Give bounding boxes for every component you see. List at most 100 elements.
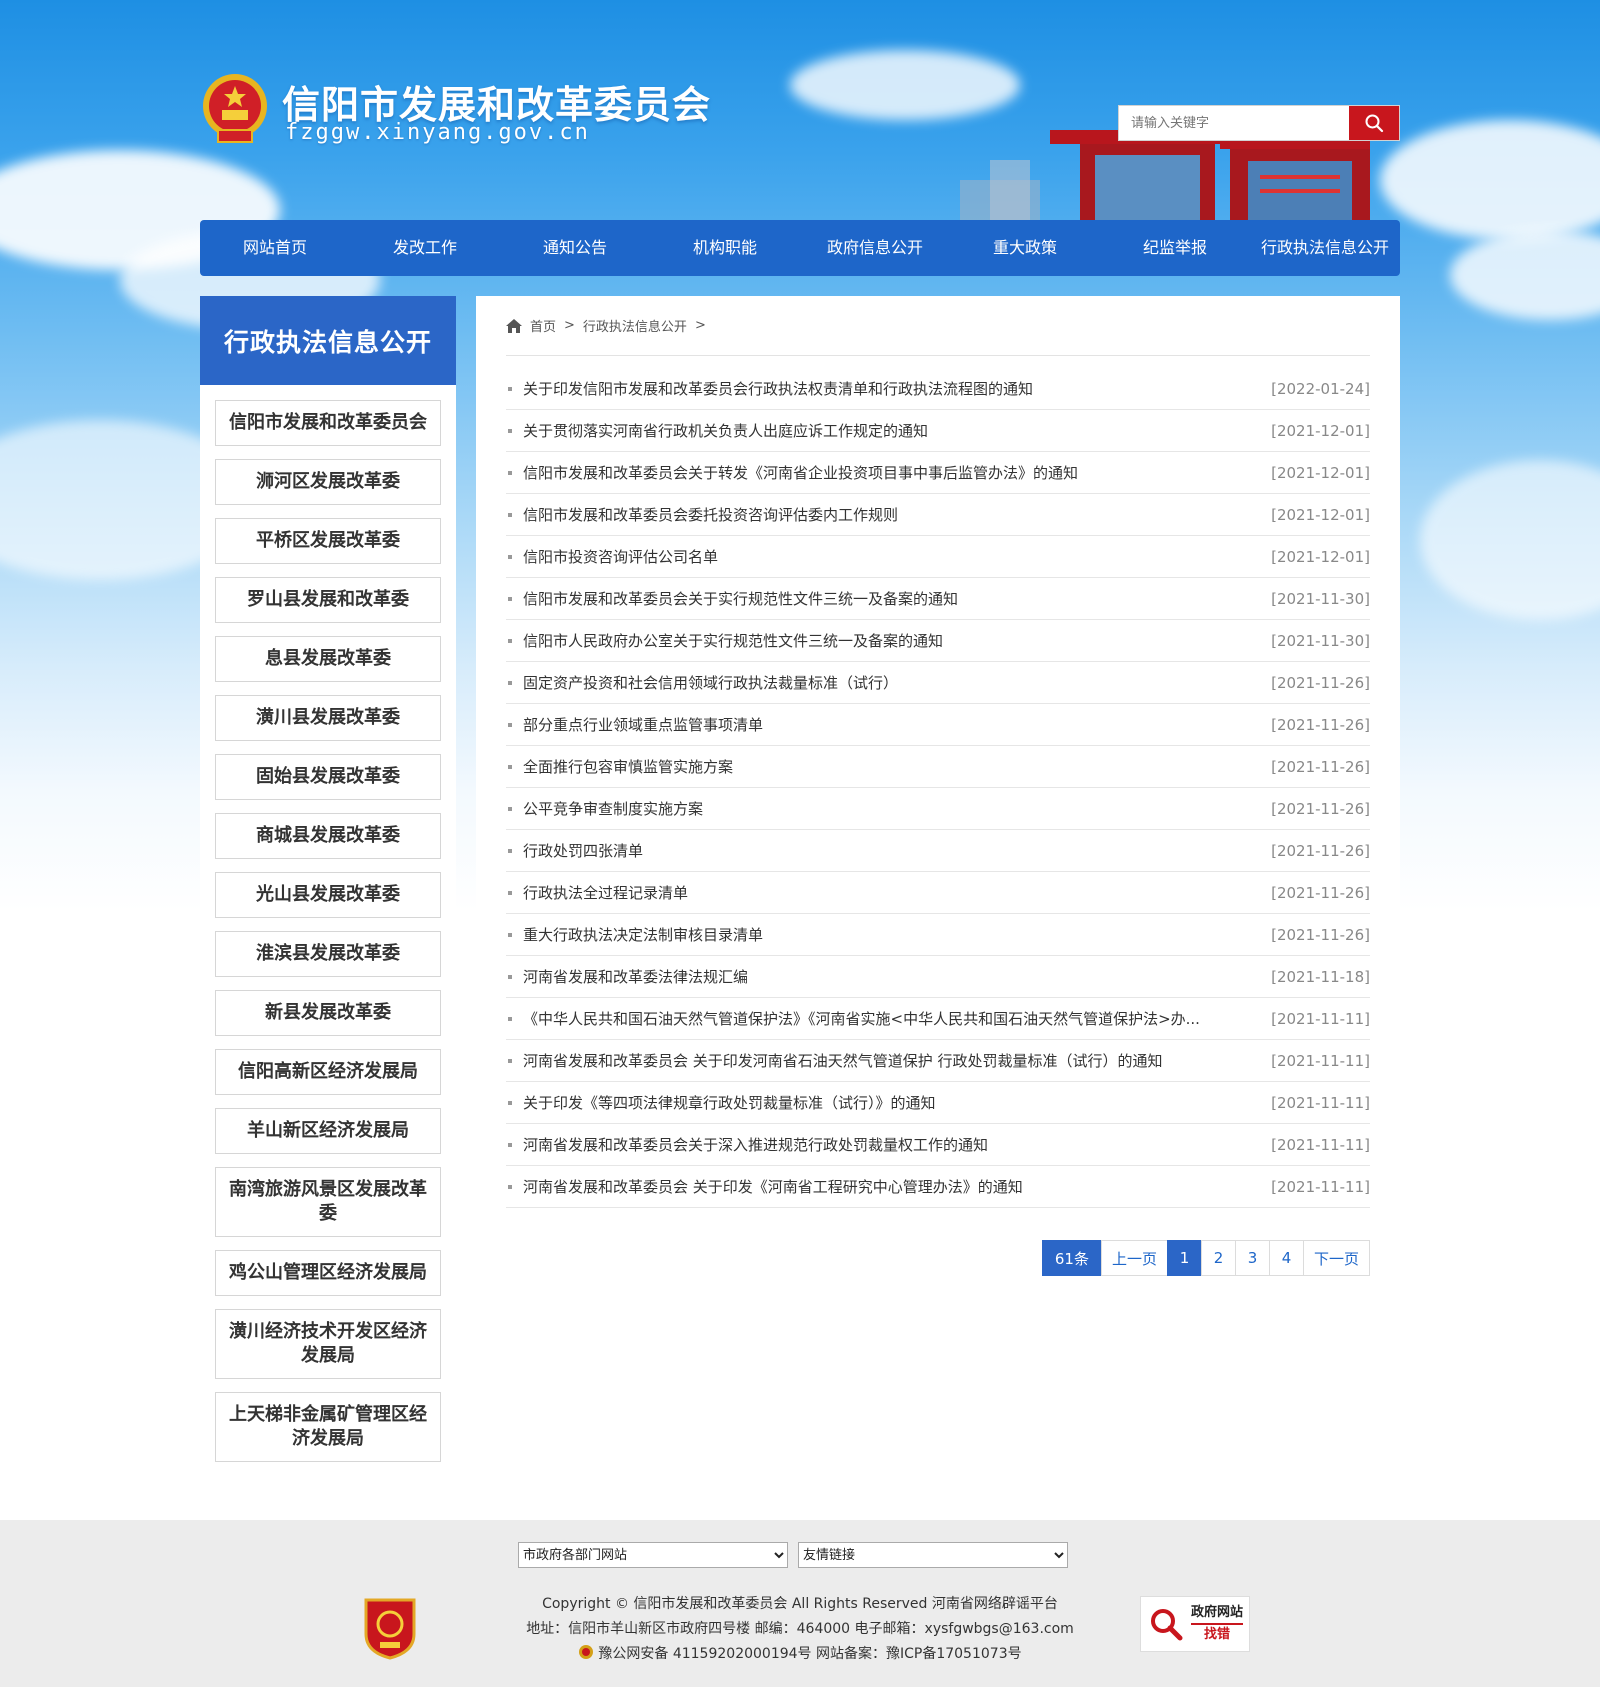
bullet-icon xyxy=(508,1184,512,1189)
sidebar-item[interactable]: 羊山新区经济发展局 xyxy=(215,1108,441,1154)
sidebar-item[interactable]: 潢川县发展改革委 xyxy=(215,695,441,741)
list-item[interactable]: 河南省发展和改革委员会关于深入推进规范行政处罚裁量权工作的通知 [2021-11-… xyxy=(506,1124,1370,1166)
bullet-icon xyxy=(508,932,512,937)
pagination-page-4[interactable]: 4 xyxy=(1268,1240,1304,1276)
article-title[interactable]: 公平竞争审查制度实施方案 xyxy=(523,798,1271,819)
article-title[interactable]: 信阳市发展和改革委员会关于实行规范性文件三统一及备案的通知 xyxy=(523,588,1271,609)
sidebar-item[interactable]: 信阳市发展和改革委员会 xyxy=(215,400,441,446)
sidebar: 行政执法信息公开 信阳市发展和改革委员会 浉河区发展改革委 平桥区发展改革委 罗… xyxy=(200,296,456,1501)
pagination-page-1[interactable]: 1 xyxy=(1166,1240,1202,1276)
sidebar-item[interactable]: 信阳高新区经济发展局 xyxy=(215,1049,441,1095)
list-item[interactable]: 河南省发展和改革委员会 关于印发河南省石油天然气管道保护 行政处罚裁量标准（试行… xyxy=(506,1040,1370,1082)
nav-item-gov-info[interactable]: 政府信息公开 xyxy=(800,220,950,276)
article-title[interactable]: 信阳市发展和改革委员会关于转发《河南省企业投资项目事中事后监管办法》的通知 xyxy=(523,462,1271,483)
list-item[interactable]: 关于印发《等四项法律规章行政处罚裁量标准（试行）》的通知 [2021-11-11] xyxy=(506,1082,1370,1124)
pagination-prev-button[interactable]: 上一页 xyxy=(1100,1240,1168,1276)
article-date: [2021-11-26] xyxy=(1271,799,1370,818)
list-item[interactable]: 关于贯彻落实河南省行政机关负责人出庭应诉工作规定的通知 [2021-12-01] xyxy=(506,410,1370,452)
article-title[interactable]: 关于印发《等四项法律规章行政处罚裁量标准（试行）》的通知 xyxy=(523,1092,1271,1113)
sidebar-item[interactable]: 新县发展改革委 xyxy=(215,990,441,1036)
list-item[interactable]: 行政执法全过程记录清单 [2021-11-26] xyxy=(506,872,1370,914)
article-title[interactable]: 《中华人民共和国石油天然气管道保护法》《河南省实施<中华人民共和国石油天然气管道… xyxy=(523,1008,1271,1029)
nav-item-functions[interactable]: 机构职能 xyxy=(650,220,800,276)
list-item[interactable]: 关于印发信阳市发展和改革委员会行政执法权责清单和行政执法流程图的通知 [2022-… xyxy=(506,368,1370,410)
pagination-next-button[interactable]: 下一页 xyxy=(1302,1240,1370,1276)
article-title[interactable]: 河南省发展和改革委员会 关于印发《河南省工程研究中心管理办法》的通知 xyxy=(523,1176,1271,1197)
list-item[interactable]: 《中华人民共和国石油天然气管道保护法》《河南省实施<中华人民共和国石油天然气管道… xyxy=(506,998,1370,1040)
article-date: [2021-11-26] xyxy=(1271,715,1370,734)
list-item[interactable]: 信阳市发展和改革委员会关于转发《河南省企业投资项目事中事后监管办法》的通知 [20… xyxy=(506,452,1370,494)
nav-item-home[interactable]: 网站首页 xyxy=(200,220,350,276)
article-title[interactable]: 固定资产投资和社会信用领域行政执法裁量标准（试行） xyxy=(523,672,1271,693)
article-date: [2021-11-11] xyxy=(1271,1177,1370,1196)
breadcrumb-home[interactable]: 首页 xyxy=(530,316,556,335)
article-date: [2021-11-26] xyxy=(1271,925,1370,944)
article-date: [2021-12-01] xyxy=(1271,463,1370,482)
sidebar-title: 行政执法信息公开 xyxy=(200,296,456,385)
list-item[interactable]: 固定资产投资和社会信用领域行政执法裁量标准（试行） [2021-11-26] xyxy=(506,662,1370,704)
pagination-page-3[interactable]: 3 xyxy=(1234,1240,1270,1276)
footer-icp[interactable]: 豫公网安备 41159202000194号 网站备案：豫ICP备17051073… xyxy=(598,1646,1021,1662)
article-title[interactable]: 关于印发信阳市发展和改革委员会行政执法权责清单和行政执法流程图的通知 xyxy=(523,378,1271,399)
bullet-icon xyxy=(508,638,512,643)
list-item[interactable]: 信阳市发展和改革委员会关于实行规范性文件三统一及备案的通知 [2021-11-30… xyxy=(506,578,1370,620)
list-item[interactable]: 信阳市投资咨询评估公司名单 [2021-12-01] xyxy=(506,536,1370,578)
nav-item-work[interactable]: 发改工作 xyxy=(350,220,500,276)
bullet-icon xyxy=(508,890,512,895)
article-date: [2021-11-11] xyxy=(1271,1135,1370,1154)
list-item[interactable]: 公平竞争审查制度实施方案 [2021-11-26] xyxy=(506,788,1370,830)
article-title[interactable]: 部分重点行业领域重点监管事项清单 xyxy=(523,714,1271,735)
sidebar-item[interactable]: 固始县发展改革委 xyxy=(215,754,441,800)
magnifier-icon xyxy=(1151,1609,1183,1641)
sidebar-item[interactable]: 上天梯非金属矿管理区经济发展局 xyxy=(215,1392,441,1462)
sidebar-item[interactable]: 罗山县发展和改革委 xyxy=(215,577,441,623)
list-item[interactable]: 信阳市人民政府办公室关于实行规范性文件三统一及备案的通知 [2021-11-30] xyxy=(506,620,1370,662)
article-title[interactable]: 全面推行包容审慎监管实施方案 xyxy=(523,756,1271,777)
bullet-icon xyxy=(508,680,512,685)
footer-copyright: Copyright © 信阳市发展和改革委员会 All Rights Reser… xyxy=(542,1596,1058,1612)
list-item[interactable]: 信阳市发展和改革委员会委托投资咨询评估委内工作规则 [2021-12-01] xyxy=(506,494,1370,536)
breadcrumb-current[interactable]: 行政执法信息公开 xyxy=(583,316,687,335)
article-title[interactable]: 河南省发展和改革委员会关于深入推进规范行政处罚裁量权工作的通知 xyxy=(523,1134,1271,1155)
sidebar-item[interactable]: 潢川经济技术开发区经济发展局 xyxy=(215,1309,441,1379)
list-item[interactable]: 河南省发展和改革委员会 关于印发《河南省工程研究中心管理办法》的通知 [2021-… xyxy=(506,1166,1370,1208)
bullet-icon xyxy=(508,1142,512,1147)
article-title[interactable]: 河南省发展和改革委员会 关于印发河南省石油天然气管道保护 行政处罚裁量标准（试行… xyxy=(523,1050,1271,1071)
sidebar-item[interactable]: 南湾旅游风景区发展改革委 xyxy=(215,1167,441,1237)
list-item[interactable]: 部分重点行业领域重点监管事项清单 [2021-11-26] xyxy=(506,704,1370,746)
pagination-page-2[interactable]: 2 xyxy=(1200,1240,1236,1276)
article-title[interactable]: 行政执法全过程记录清单 xyxy=(523,882,1271,903)
article-title[interactable]: 重大行政执法决定法制审核目录清单 xyxy=(523,924,1271,945)
sidebar-item[interactable]: 平桥区发展改革委 xyxy=(215,518,441,564)
sidebar-item[interactable]: 淮滨县发展改革委 xyxy=(215,931,441,977)
footer-selects: 市政府各部门网站 友情链接 xyxy=(518,1542,1068,1568)
nav-item-report[interactable]: 纪监举报 xyxy=(1100,220,1250,276)
article-title[interactable]: 河南省发展和改革委法律法规汇编 xyxy=(523,966,1271,987)
list-item[interactable]: 重大行政执法决定法制审核目录清单 [2021-11-26] xyxy=(506,914,1370,956)
sidebar-item[interactable]: 浉河区发展改革委 xyxy=(215,459,441,505)
nav-item-notices[interactable]: 通知公告 xyxy=(500,220,650,276)
home-icon xyxy=(506,318,522,333)
list-item[interactable]: 全面推行包容审慎监管实施方案 [2021-11-26] xyxy=(506,746,1370,788)
article-title[interactable]: 信阳市发展和改革委员会委托投资咨询评估委内工作规则 xyxy=(523,504,1271,525)
footer-address: 地址：信阳市羊山新区市政府四号楼 邮编：464000 电子邮箱：xysfgwbg… xyxy=(526,1621,1074,1637)
nav-item-enforcement[interactable]: 行政执法信息公开 xyxy=(1250,220,1400,276)
list-item[interactable]: 河南省发展和改革委法律法规汇编 [2021-11-18] xyxy=(506,956,1370,998)
department-sites-select[interactable]: 市政府各部门网站 xyxy=(518,1542,788,1568)
search-input[interactable] xyxy=(1119,106,1349,140)
article-title[interactable]: 行政处罚四张清单 xyxy=(523,840,1271,861)
article-date: [2021-11-26] xyxy=(1271,841,1370,860)
nav-item-policies[interactable]: 重大政策 xyxy=(950,220,1100,276)
sidebar-item[interactable]: 鸡公山管理区经济发展局 xyxy=(215,1250,441,1296)
sidebar-item[interactable]: 商城县发展改革委 xyxy=(215,813,441,859)
friendly-links-select[interactable]: 友情链接 xyxy=(798,1542,1068,1568)
sidebar-item[interactable]: 息县发展改革委 xyxy=(215,636,441,682)
article-title[interactable]: 关于贯彻落实河南省行政机关负责人出庭应诉工作规定的通知 xyxy=(523,420,1271,441)
gov-site-error-report-badge[interactable]: 政府网站 找错 xyxy=(1140,1596,1250,1652)
list-item[interactable]: 行政处罚四张清单 [2021-11-26] xyxy=(506,830,1370,872)
article-title[interactable]: 信阳市投资咨询评估公司名单 xyxy=(523,546,1271,567)
search-button[interactable] xyxy=(1349,106,1399,140)
sidebar-item[interactable]: 光山县发展改革委 xyxy=(215,872,441,918)
footer-icp-line: 豫公网安备 41159202000194号 网站备案：豫ICP备17051073… xyxy=(0,1642,1600,1667)
article-title[interactable]: 信阳市人民政府办公室关于实行规范性文件三统一及备案的通知 xyxy=(523,630,1271,651)
